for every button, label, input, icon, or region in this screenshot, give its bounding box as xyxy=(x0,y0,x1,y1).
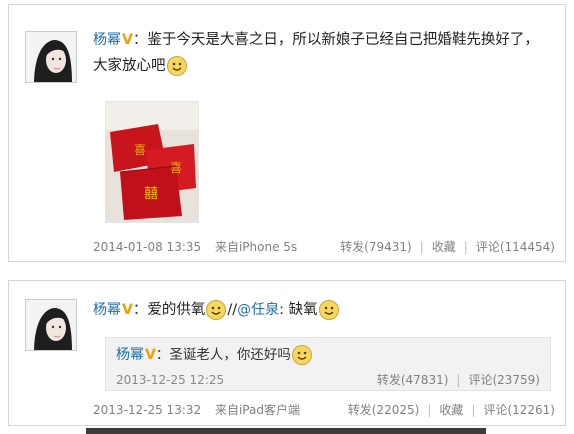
repost-link[interactable]: 转发(79431) xyxy=(340,240,412,254)
username-link[interactable]: 杨幂 xyxy=(93,302,121,318)
original-repost-link[interactable]: 转发(47831) xyxy=(377,373,449,387)
divider: | xyxy=(456,373,461,387)
mention-link[interactable]: @任泉 xyxy=(237,302,279,318)
favorite-link[interactable]: 收藏 xyxy=(432,240,456,254)
v-badge-icon: V xyxy=(145,347,156,363)
post-meta: 2013-12-25 13:32 来自iPad客户端 转发(22025) | 收藏 |… xyxy=(93,401,555,419)
original-content: 圣诞老人，你还好吗 xyxy=(169,347,291,363)
divider: | xyxy=(427,403,432,417)
post-source[interactable]: 来自iPhone 5s xyxy=(215,240,297,254)
post-source[interactable]: 来自iPad客户端 xyxy=(215,403,300,417)
original-username-link[interactable]: 杨幂 xyxy=(116,347,144,363)
reposted-post: 杨幂V：圣诞老人，你还好吗 2013-12-25 12:25 转发(47831)… xyxy=(105,337,551,391)
favorite-link[interactable]: 收藏 xyxy=(439,403,463,417)
weibo-post-1: 杨幂V：鉴于今天是大喜之日，所以新娘子已经自己把婚鞋先换好了，大家放心吧 喜 喜… xyxy=(8,4,566,262)
reposted-meta: 2013-12-25 12:25 转发(47831) | 评论(23759) xyxy=(116,372,540,388)
divider: | xyxy=(419,240,424,254)
v-badge-icon: V xyxy=(122,302,133,318)
post-meta: 2014-01-08 13:35 来自iPhone 5s 转发(79431) | 收… xyxy=(93,238,555,256)
original-time[interactable]: 2013-12-25 12:25 xyxy=(116,373,224,387)
divider: | xyxy=(471,403,476,417)
colon: ： xyxy=(132,302,148,318)
smile-emoji-icon xyxy=(291,344,313,366)
post-text: 杨幂V：爱的供氧 //@任泉: 缺氧 xyxy=(93,297,553,323)
comment-link[interactable]: 评论(114454) xyxy=(476,240,555,254)
post-content: 爱的供氧 xyxy=(147,302,206,318)
comment-link[interactable]: 评论(12261) xyxy=(483,403,555,417)
divider: | xyxy=(463,240,468,254)
repost-link[interactable]: 转发(22025) xyxy=(348,403,420,417)
smile-emoji-icon xyxy=(166,55,188,77)
post-actions: 转发(22025) | 收藏 | 评论(12261) xyxy=(348,401,555,419)
original-actions: 转发(47831) | 评论(23759) xyxy=(377,372,540,388)
avatar[interactable] xyxy=(25,299,77,351)
smile-emoji-icon xyxy=(205,299,227,321)
colon: ： xyxy=(155,347,170,363)
colon: ： xyxy=(132,32,148,48)
post-actions: 转发(79431) | 收藏 | 评论(114454) xyxy=(340,238,555,256)
original-comment-link[interactable]: 评论(23759) xyxy=(468,373,540,387)
smile-emoji-icon xyxy=(318,299,340,321)
weibo-post-2: 杨幂V：爱的供氧//@任泉: 缺氧 杨幂V：圣诞老人，你还好吗 2013-12-… xyxy=(8,280,566,426)
post-time[interactable]: 2014-01-08 13:35 xyxy=(93,240,201,254)
post-content-2: : 缺氧 xyxy=(279,302,318,318)
svg-text:喜: 喜 xyxy=(134,143,146,157)
svg-text:囍: 囍 xyxy=(144,186,158,202)
reposted-text: 杨幂V：圣诞老人，你还好吗 xyxy=(116,342,313,368)
post-content: 鉴于今天是大喜之日，所以新娘子已经自己把婚鞋先换好了，大家放心吧 xyxy=(93,32,539,74)
username-link[interactable]: 杨幂 xyxy=(93,32,121,48)
next-post-edge xyxy=(86,428,486,434)
post-photo[interactable]: 喜 喜 囍 xyxy=(105,101,199,223)
svg-text:喜: 喜 xyxy=(170,161,182,175)
post-text: 杨幂V：鉴于今天是大喜之日，所以新娘子已经自己把婚鞋先换好了，大家放心吧 xyxy=(93,27,553,79)
repost-separator: // xyxy=(227,302,238,318)
v-badge-icon: V xyxy=(122,32,133,48)
avatar[interactable] xyxy=(25,31,77,83)
post-time[interactable]: 2013-12-25 13:32 xyxy=(93,403,201,417)
